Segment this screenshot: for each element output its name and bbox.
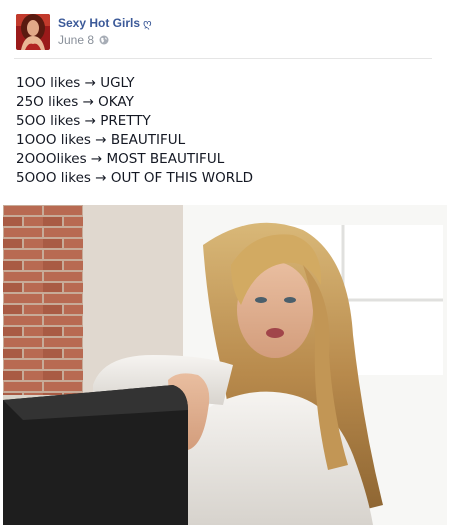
post-text-line: 5OO likes → PRETTY (16, 113, 151, 129)
facebook-post: Sexy Hot Girls ღ June 8 1OO likes → UGLY … (0, 0, 450, 525)
post-text-line: 5OOO likes → OUT OF THIS WORLD (16, 170, 254, 186)
post-photo[interactable] (3, 205, 447, 525)
post-meta: June 8 (58, 33, 109, 47)
heart-icon: ღ (143, 18, 152, 30)
page-name-link[interactable]: Sexy Hot Girls ღ (58, 16, 152, 30)
page-avatar[interactable] (16, 14, 50, 50)
post-header: Sexy Hot Girls ღ June 8 (16, 14, 436, 54)
globe-icon[interactable] (99, 34, 109, 45)
post-date[interactable]: June 8 (58, 33, 94, 47)
post-text-line: 2OOOlikes → MOST BEAUTIFUL (16, 151, 225, 167)
page-name-text[interactable]: Sexy Hot Girls (58, 16, 140, 30)
post-text-line: 25O likes → OKAY (16, 94, 134, 110)
post-text: 1OO likes → UGLY 25O likes → OKAY 5OO li… (16, 74, 436, 188)
post-text-line: 1OO likes → UGLY (16, 75, 135, 91)
header-divider (14, 58, 432, 59)
post-text-line: 1OOO likes → BEAUTIFUL (16, 132, 186, 148)
